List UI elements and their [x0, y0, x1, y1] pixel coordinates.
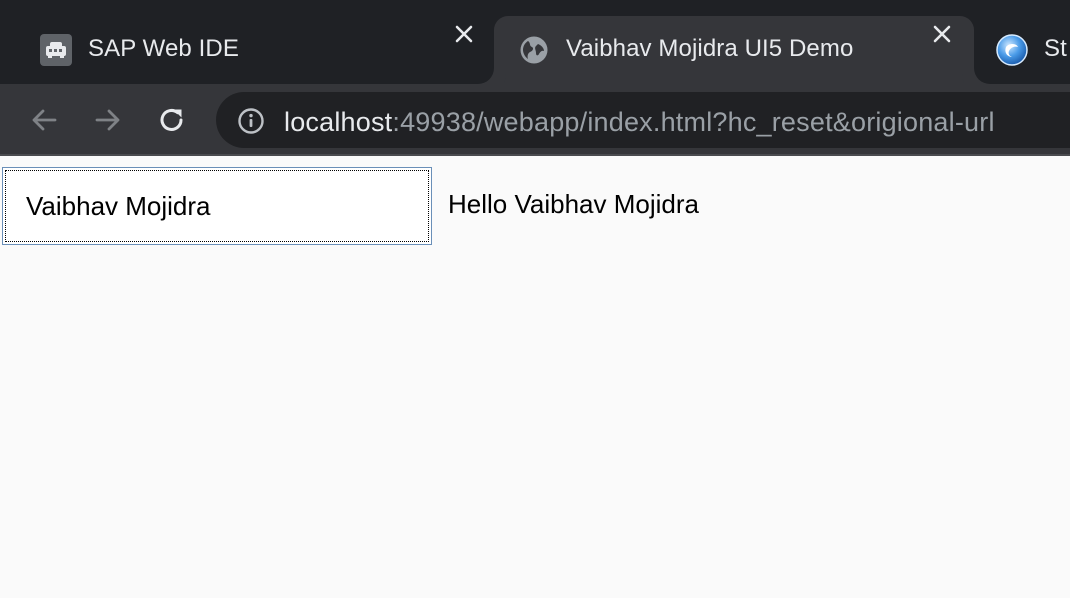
name-input-field — [5, 170, 429, 242]
globe-icon — [518, 34, 550, 66]
tab-title: SAP Web IDE — [88, 35, 239, 62]
tab-strip: SAP Web IDE Vaibhav Mojidra UI5 Demo St — [0, 0, 1070, 84]
close-icon[interactable] — [928, 20, 956, 48]
name-input[interactable] — [26, 190, 408, 222]
browser-toolbar: localhost:49938/webapp/index.html?hc_res… — [0, 84, 1070, 156]
tab-ui5-demo[interactable]: Vaibhav Mojidra UI5 Demo — [494, 16, 974, 84]
reload-icon[interactable] — [154, 102, 190, 138]
name-input-wrapper — [2, 167, 432, 245]
greeting-text: Hello Vaibhav Mojidra — [448, 189, 699, 219]
tab-sap-web-ide[interactable]: SAP Web IDE — [0, 16, 494, 84]
sap-icon — [40, 34, 72, 66]
url-host: localhost — [284, 107, 393, 137]
info-icon[interactable] — [236, 106, 266, 136]
close-icon[interactable] — [450, 20, 478, 48]
url-text[interactable]: localhost:49938/webapp/index.html?hc_res… — [284, 107, 995, 138]
store-icon — [996, 34, 1028, 66]
address-bar[interactable]: localhost:49938/webapp/index.html?hc_res… — [216, 92, 1070, 148]
arrow-right-icon[interactable] — [90, 102, 126, 138]
tab-store[interactable]: St — [974, 16, 1070, 84]
tab-title: Vaibhav Mojidra UI5 Demo — [566, 35, 854, 62]
url-path: :49938/webapp/index.html?hc_reset&origio… — [392, 107, 995, 137]
arrow-left-icon[interactable] — [26, 102, 62, 138]
page-content: Hello Vaibhav Mojidra — [0, 158, 1070, 598]
tab-title: St — [1044, 35, 1067, 62]
